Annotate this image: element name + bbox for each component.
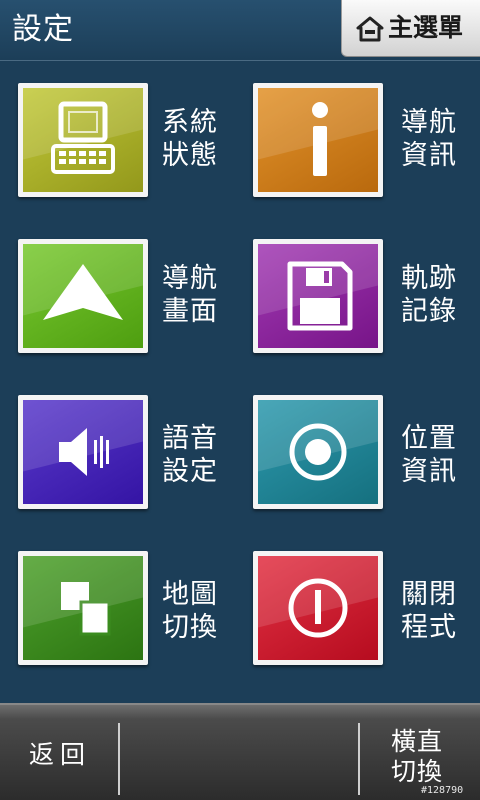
toolbar-divider [358,723,360,795]
page-title: 設定 [12,12,74,47]
watermark: #128790 [421,785,464,796]
main-menu-label: 主選單 [388,13,464,42]
map-switch-label: 地圖 切換 [162,579,218,643]
bottom-toolbar: 返回 橫直 切換 [0,703,480,800]
computer-icon [51,101,115,174]
speaker-icon [59,428,109,476]
arrow-up-icon [43,264,123,320]
navigation-screen-tile[interactable] [18,239,148,353]
track-record-tile[interactable] [253,239,383,353]
map-switch-tile[interactable] [18,551,148,665]
voice-settings-tile[interactable] [18,395,148,509]
system-status-tile[interactable] [18,83,148,197]
toolbar-divider [118,723,120,795]
back-button[interactable]: 返回 [29,739,91,771]
close-program-tile[interactable] [253,551,383,665]
close-program-label: 關閉 程式 [401,579,457,643]
info-icon [312,102,328,176]
target-icon [289,423,347,481]
rotate-toggle-button[interactable]: 橫直 切換 [391,727,461,787]
navigation-info-tile[interactable] [253,83,383,197]
navigation-screen-label: 導航 畫面 [162,263,218,327]
power-icon [288,578,348,638]
squares-icon [61,582,111,636]
home-icon [356,16,384,42]
location-info-label: 位置 資訊 [401,423,457,487]
system-status-label: 系統 狀態 [162,107,218,171]
track-record-label: 軌跡 記錄 [401,263,457,327]
navigation-info-label: 導航 資訊 [401,107,457,171]
floppy-disk-icon [287,261,353,331]
header-bar: 設定 主選單 [0,0,480,61]
location-info-tile[interactable] [253,395,383,509]
main-menu-button[interactable]: 主選單 [341,0,480,57]
voice-settings-label: 語音 設定 [162,423,218,487]
